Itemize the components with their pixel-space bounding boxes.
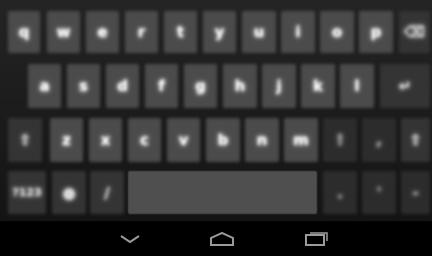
key-n[interactable]: n: [245, 118, 279, 162]
key-a[interactable]: a: [28, 64, 61, 108]
backspace-key[interactable]: ⌫: [399, 11, 430, 53]
key-i[interactable]: i: [281, 11, 315, 53]
key-f[interactable]: f: [145, 64, 178, 108]
key-k[interactable]: k: [301, 64, 335, 108]
chevron-down-icon: [120, 235, 140, 244]
dot-key[interactable]: .: [323, 171, 357, 214]
key-b[interactable]: b: [206, 118, 240, 162]
key-h[interactable]: h: [223, 64, 257, 108]
key-w[interactable]: w: [47, 11, 80, 53]
key-p[interactable]: p: [359, 11, 393, 53]
dash-key[interactable]: -: [401, 171, 430, 214]
key-o[interactable]: o: [320, 11, 354, 53]
spacebar[interactable]: [128, 171, 317, 214]
shift-key-left[interactable]: ⇧: [8, 118, 42, 162]
key-z[interactable]: z: [50, 118, 83, 162]
key-e[interactable]: e: [86, 11, 119, 53]
enter-key[interactable]: ↵: [380, 64, 430, 108]
apostrophe-key[interactable]: ': [362, 171, 396, 214]
key-l[interactable]: l: [340, 64, 374, 108]
key-t[interactable]: t: [164, 11, 197, 53]
key-exclamation[interactable]: !: [323, 118, 357, 162]
back-button[interactable]: [110, 225, 150, 253]
key-v[interactable]: v: [167, 118, 200, 162]
symbols-key[interactable]: ?123: [8, 171, 46, 214]
slash-key[interactable]: /: [90, 171, 124, 214]
key-s[interactable]: s: [67, 64, 100, 108]
home-icon: [210, 231, 234, 246]
key-x[interactable]: x: [89, 118, 122, 162]
key-g[interactable]: g: [184, 64, 217, 108]
key-u[interactable]: u: [242, 11, 276, 53]
screen: q w e r t y u i o p ⌫ a s d f g h j k l …: [0, 0, 432, 256]
shift-key-right[interactable]: ⇧: [401, 118, 430, 162]
key-m[interactable]: m: [284, 118, 318, 162]
key-c[interactable]: c: [128, 118, 161, 162]
mic-key[interactable]: ●: [52, 171, 86, 214]
soft-keyboard: q w e r t y u i o p ⌫ a s d f g h j k l …: [0, 0, 432, 221]
key-y[interactable]: y: [203, 11, 236, 53]
key-q[interactable]: q: [8, 11, 40, 53]
key-d[interactable]: d: [106, 64, 139, 108]
home-button[interactable]: [202, 225, 242, 253]
key-r[interactable]: r: [125, 11, 158, 53]
key-comma[interactable]: ,: [362, 118, 396, 162]
recents-icon: [305, 232, 328, 246]
navigation-bar: [0, 221, 432, 256]
key-j[interactable]: j: [262, 64, 296, 108]
recents-button[interactable]: [296, 225, 336, 253]
